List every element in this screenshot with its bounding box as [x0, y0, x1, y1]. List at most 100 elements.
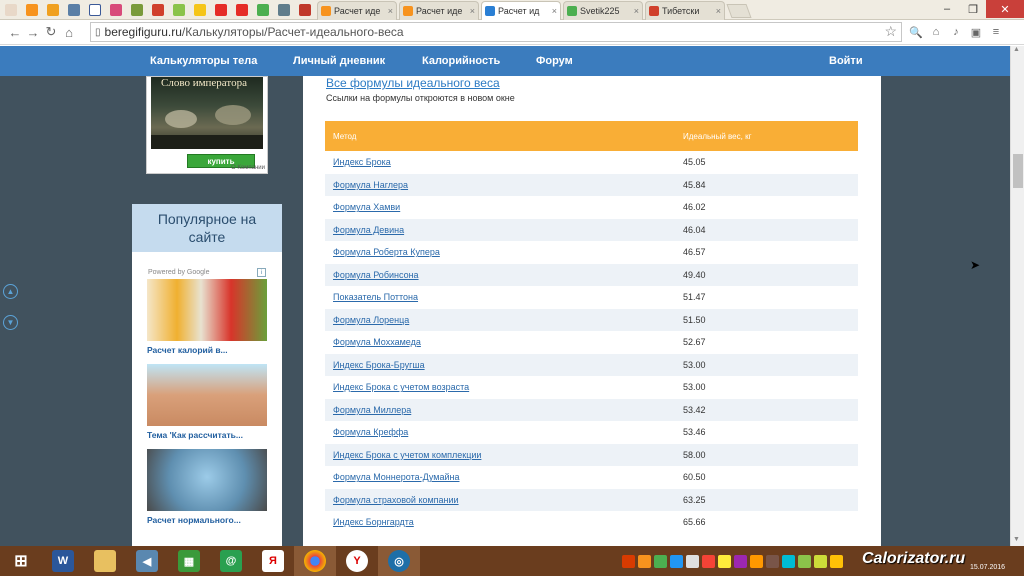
nav-calories[interactable]: Калорийность [422, 55, 500, 67]
bookmark-app-icon[interactable] [105, 0, 126, 20]
popular-item[interactable]: Расчет калорий в... [147, 279, 267, 355]
nav-personal-diary[interactable]: Личный дневник [293, 55, 385, 67]
minimize-icon[interactable]: – [934, 0, 960, 18]
home-icon[interactable]: ⌂ [60, 25, 78, 40]
page-scrollbar[interactable]: ▲ ▼ [1010, 46, 1024, 546]
browser-tab[interactable]: Расчет иде × [399, 0, 479, 20]
method-link[interactable]: Формула Роберта Купера [333, 247, 440, 257]
yandex-icon[interactable]: Я [252, 546, 294, 576]
popular-item[interactable]: Тема 'Как рассчитать... [147, 364, 267, 440]
tray-icon[interactable] [686, 554, 699, 568]
method-link[interactable]: Индекс Брока с учетом комплекции [333, 450, 481, 460]
tray-icon[interactable] [798, 554, 811, 568]
close-icon[interactable]: ✕ [986, 0, 1024, 18]
bookmark-yandex-icon[interactable] [0, 0, 21, 20]
tab-close-icon[interactable]: × [470, 6, 475, 16]
new-tab-button[interactable] [726, 3, 752, 18]
method-link[interactable]: Формула Девина [333, 225, 404, 235]
method-link[interactable]: Формула Моххамеда [333, 337, 421, 347]
bell-icon[interactable]: ♪ [946, 23, 966, 41]
back-icon[interactable]: ← [6, 25, 24, 40]
bookmark-fb-icon[interactable] [84, 0, 105, 20]
bookmark-c-icon[interactable] [252, 0, 273, 20]
tray-icon[interactable] [702, 554, 715, 568]
tab-close-icon[interactable]: × [552, 6, 557, 16]
tab-close-icon[interactable]: × [716, 6, 721, 16]
word-icon[interactable]: W [42, 546, 84, 576]
browser-tab[interactable]: Тибетски × [645, 0, 725, 20]
yandex-browser-icon[interactable]: Y [336, 546, 378, 576]
scrollbar-thumb[interactable] [1013, 154, 1023, 188]
calculator-icon[interactable]: ▦ [168, 546, 210, 576]
scroll-down-arrow-icon[interactable]: ▼ [1013, 536, 1020, 543]
scroll-down-icon[interactable]: ▼ [3, 315, 18, 330]
all-formulas-link[interactable]: Все формулы идеального веса [326, 76, 500, 90]
bookmark-youtube-icon[interactable] [210, 0, 231, 20]
media-icon[interactable]: ◀ [126, 546, 168, 576]
method-link[interactable]: Формула Наглера [333, 180, 408, 190]
method-link[interactable]: Формула Креффа [333, 427, 408, 437]
method-link[interactable]: Показатель Поттона [333, 292, 418, 302]
bookmark-youtube-icon[interactable] [231, 0, 252, 20]
tray-icon[interactable] [654, 554, 667, 568]
bookmark-gmail-icon[interactable] [147, 0, 168, 20]
tray-icon[interactable] [638, 554, 651, 568]
bookmark-star-icon[interactable]: ☆ [884, 23, 897, 40]
browser-tab[interactable]: Расчет ид × [481, 0, 561, 20]
nav-body-calculators[interactable]: Калькуляторы тела [150, 55, 257, 67]
popular-item-title[interactable]: Расчет калорий в... [147, 345, 267, 355]
tray-icon[interactable] [670, 554, 683, 568]
scroll-up-icon[interactable]: ▲ [3, 284, 18, 299]
clock-date[interactable]: 15.07.2016 [970, 564, 1005, 571]
method-link[interactable]: Индекс Брока [333, 157, 391, 167]
browser-tab[interactable]: Svetik225 × [563, 0, 643, 20]
bookmark-vk-icon[interactable] [63, 0, 84, 20]
nav-forum[interactable]: Форум [536, 55, 573, 67]
tray-icon[interactable] [734, 554, 747, 568]
book-ad[interactable]: Слово императора купить О Компании [146, 76, 268, 174]
ad-company-note[interactable]: О Компании [231, 165, 265, 171]
tray-icon[interactable] [766, 554, 779, 568]
popular-item-title[interactable]: Тема 'Как рассчитать... [147, 430, 267, 440]
method-link[interactable]: Индекс Брока с учетом возраста [333, 382, 469, 392]
method-link[interactable]: Формула Лоренца [333, 315, 409, 325]
globe-icon[interactable]: ◎ [378, 546, 420, 576]
home-extension-icon[interactable]: ⌂ [926, 23, 946, 41]
method-link[interactable]: Индекс Борнгардта [333, 517, 414, 527]
mail-agent-icon[interactable]: @ [210, 546, 252, 576]
popular-item-title[interactable]: Расчет нормального... [147, 515, 267, 525]
address-input[interactable]: ▯ beregifiguru.ru/Калькуляторы/Расчет-ид… [90, 22, 902, 42]
tab-close-icon[interactable]: × [388, 6, 393, 16]
method-link[interactable]: Формула Моннерота-Думайна [333, 472, 459, 482]
tray-icon[interactable] [830, 554, 843, 568]
popular-item[interactable]: Расчет нормального... [147, 449, 267, 525]
bookmark-app-icon[interactable] [126, 0, 147, 20]
start-windows-icon[interactable]: ⊞ [0, 546, 42, 576]
browser-tab[interactable]: Расчет иде × [317, 0, 397, 20]
tab-close-icon[interactable]: × [634, 6, 639, 16]
menu-icon[interactable]: ≡ [986, 23, 1006, 41]
maximize-icon[interactable]: ❐ [960, 0, 986, 18]
chrome-icon[interactable] [294, 546, 336, 576]
scroll-up-arrow-icon[interactable]: ▲ [1013, 46, 1020, 53]
method-link[interactable]: Формула Хамви [333, 202, 400, 212]
tray-icon[interactable] [750, 554, 763, 568]
method-link[interactable]: Индекс Брока-Бругша [333, 360, 425, 370]
search-icon[interactable]: 🔍 [906, 23, 926, 41]
login-link[interactable]: Войти [829, 55, 863, 67]
tray-icon[interactable] [782, 554, 795, 568]
file-explorer-icon[interactable] [84, 546, 126, 576]
bookmark-warning-icon[interactable] [189, 0, 210, 20]
tray-icon[interactable] [814, 554, 827, 568]
bookmark-photo-icon[interactable] [273, 0, 294, 20]
method-link[interactable]: Формула страховой компании [333, 495, 459, 505]
forward-icon[interactable]: → [24, 25, 42, 40]
extension-icon[interactable]: ▣ [966, 23, 986, 41]
bookmark-mail-icon[interactable] [42, 0, 63, 20]
bookmark-odnoklassniki-icon[interactable] [21, 0, 42, 20]
info-icon[interactable]: i [257, 268, 266, 277]
tray-icon[interactable] [718, 554, 731, 568]
bookmark-app-icon[interactable] [168, 0, 189, 20]
tray-icon[interactable] [622, 554, 635, 568]
method-link[interactable]: Формула Миллера [333, 405, 411, 415]
